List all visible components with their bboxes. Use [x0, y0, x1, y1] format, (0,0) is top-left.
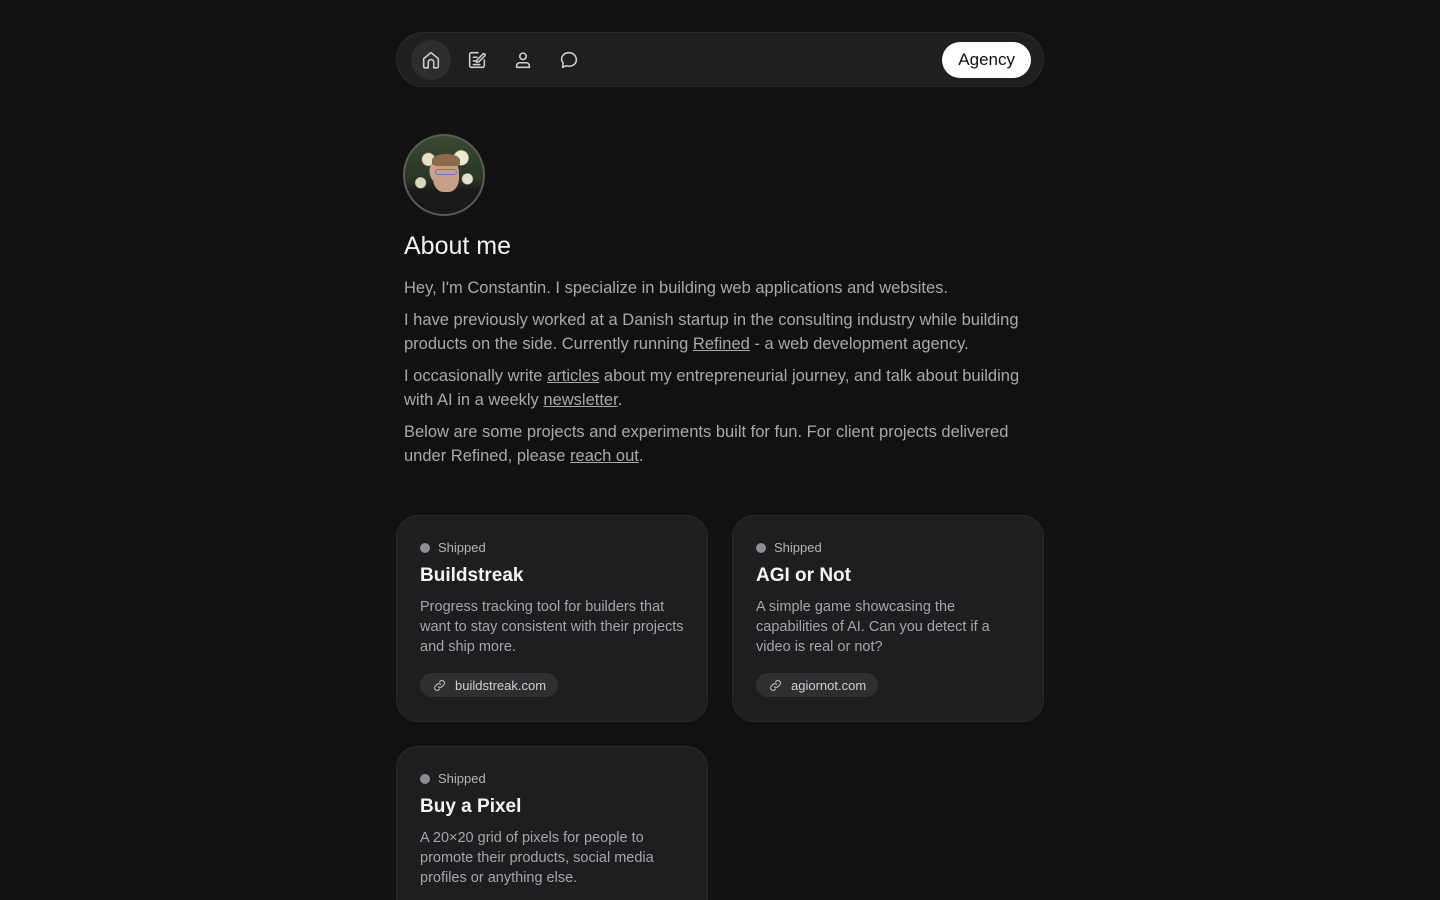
project-description: A 20×20 grid of pixels for people to pro… [420, 830, 654, 886]
link-icon [434, 679, 445, 691]
chat-icon [560, 51, 578, 68]
about-button[interactable] [503, 40, 543, 80]
about-paragraph-4: Below are some projects and experiments … [404, 420, 1044, 468]
about-paragraph-1: Hey, I'm Constantin. I specialize in bui… [404, 279, 948, 297]
home-button[interactable] [411, 39, 451, 80]
avatar-body [423, 192, 469, 214]
agency-button[interactable]: Agency [942, 41, 1031, 78]
project-title: Buildstreak [420, 565, 524, 586]
user-icon [515, 51, 531, 68]
newsletter-link[interactable]: newsletter [543, 391, 617, 409]
about-paragraph-3: I occasionally write articles about my e… [404, 364, 1044, 412]
project-card-agi-or-not[interactable]: Shipped AGI or Not A simple game showcas… [732, 515, 1044, 722]
about-p3-text: I occasionally write [404, 367, 548, 385]
project-card-buy-a-pixel[interactable]: Shipped Buy a Pixel A 20×20 grid of pixe… [396, 746, 708, 900]
project-description: A simple game showcasing the capabilitie… [756, 599, 990, 655]
avatar-glasses [435, 169, 457, 175]
about-p4-text: Below are some projects and experiments … [404, 423, 1009, 465]
status-label: Shipped [438, 540, 486, 555]
page-title: About me [404, 232, 512, 260]
status-dot-icon [420, 542, 430, 553]
about-p3-tail: . [617, 391, 623, 409]
project-link[interactable]: agiornot.com [756, 673, 879, 697]
status-label: Shipped [774, 540, 822, 555]
articles-button[interactable] [457, 40, 497, 80]
project-description: Progress tracking tool for builders that… [420, 599, 684, 655]
project-link-label: buildstreak.com [455, 677, 547, 693]
project-link[interactable]: buildstreak.com [420, 673, 559, 697]
avatar [403, 134, 485, 216]
about-p4-tail: . [638, 447, 644, 465]
about-paragraph-2: I have previously worked at a Danish sta… [404, 308, 1044, 356]
nav-icons [411, 39, 589, 80]
project-card-buildstreak[interactable]: Shipped Buildstreak Progress tracking to… [396, 515, 708, 722]
status-badge: Shipped [420, 771, 684, 786]
link-icon [770, 679, 781, 691]
project-title: AGI or Not [756, 565, 851, 586]
project-title: Buy a Pixel [420, 796, 522, 817]
home-icon [422, 51, 440, 69]
reach-out-link[interactable]: reach out [570, 447, 639, 465]
status-badge: Shipped [756, 540, 1020, 555]
about-p2-tail: - a web development agency. [749, 335, 969, 353]
status-label: Shipped [438, 771, 486, 786]
top-navbar: Agency [396, 32, 1044, 87]
status-dot-icon [756, 542, 766, 553]
articles-link[interactable]: articles [547, 367, 599, 385]
refined-link[interactable]: Refined [693, 335, 750, 353]
status-badge: Shipped [420, 540, 684, 555]
avatar-hair [432, 154, 460, 166]
project-link-label: agiornot.com [791, 677, 867, 693]
about-text: Hey, I'm Constantin. I specialize in bui… [404, 276, 1044, 476]
status-dot-icon [420, 773, 430, 784]
contact-button[interactable] [549, 40, 589, 80]
edit-icon [468, 51, 486, 68]
